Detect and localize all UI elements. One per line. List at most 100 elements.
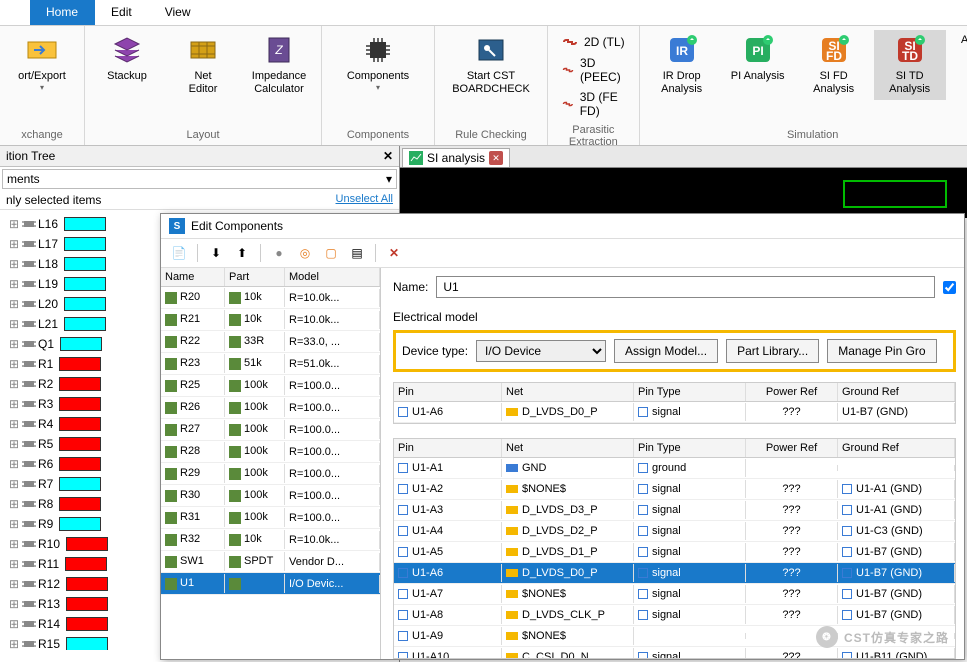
color-swatch[interactable] <box>64 277 106 291</box>
expand-icon[interactable]: ⊞ <box>8 337 20 351</box>
target-button[interactable]: ◎ <box>295 243 315 263</box>
si-td-button[interactable]: SITD SI TD Analysis <box>874 30 946 100</box>
pin-row[interactable]: U1-A2 $NONE$ signal ??? U1-A1 (GND) <box>394 479 955 500</box>
col-net[interactable]: Net <box>502 383 634 401</box>
pin-row[interactable]: U1-A8 D_LVDS_CLK_P signal ??? U1-B7 (GND… <box>394 605 955 626</box>
import-export-button[interactable]: ort/Export▾ <box>6 30 78 96</box>
component-row[interactable]: R29100kR=100.0... <box>161 463 380 485</box>
expand-icon[interactable]: ⊞ <box>8 597 20 611</box>
delete-button[interactable]: ✕ <box>384 243 404 263</box>
component-row[interactable]: U1I/O Devic... <box>161 573 380 595</box>
expand-icon[interactable]: ⊞ <box>8 437 20 451</box>
component-row[interactable]: R3210kR=10.0k... <box>161 529 380 551</box>
expand-icon[interactable]: ⊞ <box>8 477 20 491</box>
expand-icon[interactable]: ⊞ <box>8 377 20 391</box>
manage-pin-groups-button[interactable]: Manage Pin Gro <box>827 339 936 363</box>
component-row[interactable]: R25100kR=100.0... <box>161 375 380 397</box>
boardcheck-button[interactable]: Start CST BOARDCHECK <box>441 30 541 100</box>
color-swatch[interactable] <box>66 597 108 611</box>
sim-a-button[interactable]: A <box>950 30 967 51</box>
component-row[interactable]: R2010kR=10.0k... <box>161 287 380 309</box>
stackup-button[interactable]: Stackup <box>91 30 163 87</box>
pin-row[interactable]: U1-A1 GND ground <box>394 458 955 479</box>
color-swatch[interactable] <box>64 237 106 251</box>
color-swatch[interactable] <box>59 457 101 471</box>
ir-drop-button[interactable]: IR IR Drop Analysis <box>646 30 718 100</box>
color-swatch[interactable] <box>59 377 101 391</box>
color-swatch[interactable] <box>64 257 106 271</box>
device-type-select[interactable]: I/O Device <box>476 340 606 362</box>
part-library-button[interactable]: Part Library... <box>726 339 819 363</box>
col-powerref[interactable]: Power Ref <box>746 383 838 401</box>
name-checkbox[interactable] <box>943 281 956 294</box>
net-editor-button[interactable]: Net Editor <box>167 30 239 100</box>
pin-row[interactable]: U1-A5 D_LVDS_D1_P signal ??? U1-B7 (GND) <box>394 542 955 563</box>
expand-icon[interactable]: ⊞ <box>8 637 20 650</box>
expand-icon[interactable]: ⊞ <box>8 257 20 271</box>
component-row[interactable]: R26100kR=100.0... <box>161 397 380 419</box>
si-fd-button[interactable]: SIFD SI FD Analysis <box>798 30 870 100</box>
expand-icon[interactable]: ⊞ <box>8 557 20 571</box>
doc-tab-si-analysis[interactable]: SI analysis ✕ <box>402 148 510 167</box>
color-swatch[interactable] <box>59 497 101 511</box>
list-button[interactable]: ▤ <box>347 243 367 263</box>
color-swatch[interactable] <box>60 337 102 351</box>
pin-row[interactable]: U1-A10 C_CSI_D0_N signal ??? U1-B11 (GND… <box>394 647 955 659</box>
color-swatch[interactable] <box>64 317 106 331</box>
pin-row[interactable]: U1-A7 $NONE$ signal ??? U1-B7 (GND) <box>394 584 955 605</box>
pin-row[interactable]: U1-A6 D_LVDS_D0_P signal ??? U1-B7 (GND) <box>394 563 955 584</box>
parasitic-2d-button[interactable]: 2D (TL) <box>558 32 629 52</box>
tab-home[interactable]: Home <box>30 0 95 25</box>
unselect-all-link[interactable]: Unselect All <box>336 193 393 207</box>
expand-icon[interactable]: ⊞ <box>8 237 20 251</box>
import-button[interactable]: ⬇ <box>206 243 226 263</box>
component-row[interactable]: R30100kR=100.0... <box>161 485 380 507</box>
expand-icon[interactable]: ⊞ <box>8 297 20 311</box>
color-swatch[interactable] <box>59 397 101 411</box>
color-swatch[interactable] <box>66 577 108 591</box>
component-row[interactable]: R27100kR=100.0... <box>161 419 380 441</box>
expand-icon[interactable]: ⊞ <box>8 277 20 291</box>
tab-edit[interactable]: Edit <box>95 0 149 25</box>
parasitic-3d-peec-button[interactable]: 3D (PEEC) <box>558 54 629 86</box>
color-swatch[interactable] <box>64 297 106 311</box>
nav-close-icon[interactable]: ✕ <box>383 149 393 163</box>
canvas[interactable] <box>400 168 967 218</box>
color-swatch[interactable] <box>59 477 101 491</box>
assign-model-button[interactable]: Assign Model... <box>614 339 718 363</box>
color-swatch[interactable] <box>59 357 101 371</box>
nav-filter-dropdown[interactable]: ments▾ <box>2 169 397 189</box>
col-part[interactable]: Part <box>225 268 285 286</box>
color-swatch[interactable] <box>66 537 108 551</box>
pin-row[interactable]: U1-A6 D_LVDS_D0_P signal ??? U1-B7 (GND) <box>394 402 955 423</box>
pin-row[interactable]: U1-A4 D_LVDS_D2_P signal ??? U1-C3 (GND) <box>394 521 955 542</box>
col-model[interactable]: Model <box>285 268 380 286</box>
color-swatch[interactable] <box>59 437 101 451</box>
export-button[interactable]: ⬆ <box>232 243 252 263</box>
expand-icon[interactable]: ⊞ <box>8 357 20 371</box>
col-groundref[interactable]: Ground Ref <box>838 383 955 401</box>
component-row[interactable]: R2233RR=33.0, ... <box>161 331 380 353</box>
component-row[interactable]: R31100kR=100.0... <box>161 507 380 529</box>
parasitic-3d-fefd-button[interactable]: 3D (FE FD) <box>558 88 629 120</box>
expand-icon[interactable]: ⊞ <box>8 517 20 531</box>
color-swatch[interactable] <box>59 417 101 431</box>
close-tab-icon[interactable]: ✕ <box>489 151 503 165</box>
color-swatch[interactable] <box>66 617 108 631</box>
component-row[interactable]: SW1SPDTVendor D... <box>161 551 380 573</box>
select-button[interactable]: ▢ <box>321 243 341 263</box>
expand-icon[interactable]: ⊞ <box>8 497 20 511</box>
expand-icon[interactable]: ⊞ <box>8 397 20 411</box>
col-pin[interactable]: Pin <box>394 383 502 401</box>
pin-row[interactable]: U1-A3 D_LVDS_D3_P signal ??? U1-A1 (GND) <box>394 500 955 521</box>
color-swatch[interactable] <box>59 517 101 531</box>
expand-icon[interactable]: ⊞ <box>8 617 20 631</box>
impedance-calc-button[interactable]: Z Impedance Calculator <box>243 30 315 100</box>
component-row[interactable]: R28100kR=100.0... <box>161 441 380 463</box>
expand-icon[interactable]: ⊞ <box>8 317 20 331</box>
record-button[interactable]: ● <box>269 243 289 263</box>
pin-row[interactable]: U1-A9 $NONE$ <box>394 626 955 647</box>
dialog-titlebar[interactable]: S Edit Components <box>161 214 964 239</box>
color-swatch[interactable] <box>65 557 107 571</box>
col-name[interactable]: Name <box>161 268 225 286</box>
